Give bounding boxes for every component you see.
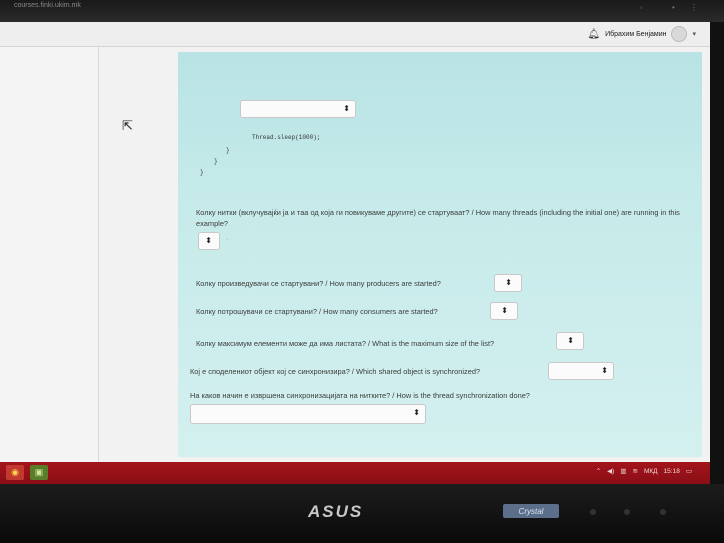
- monitor-power-button[interactable]: [660, 509, 666, 515]
- wifi-icon[interactable]: ≋: [633, 467, 638, 475]
- monitor-bezel-top: courses.finki.ukim.mk ◦ • ⋮: [0, 0, 724, 22]
- system-tray: ⌃ ◀) ▥ ≋ МКД 15:18 ▭: [596, 467, 692, 476]
- input-language[interactable]: МКД: [644, 468, 658, 475]
- browser-menu-icon[interactable]: ◦: [640, 3, 643, 12]
- user-menu[interactable]: 🔔︎ Ибрахим Бенјамин ▾: [587, 26, 696, 42]
- producers-select[interactable]: ⬍: [494, 274, 522, 292]
- select-arrows-icon: ⬍: [567, 336, 574, 345]
- quiz-question-panel: ⬍ Thread.sleep(1000); } } } Колку нитки …: [178, 52, 702, 457]
- monitor-button[interactable]: [590, 509, 596, 515]
- user-name[interactable]: Ибрахим Бенјамин: [605, 31, 666, 38]
- question-consumers: Колку потрошувачи се стартувани? / How m…: [196, 307, 438, 316]
- question-sync-method: На каков начин е извршена синхронизација…: [190, 391, 530, 400]
- max-list-size-select[interactable]: ⬍: [556, 332, 584, 350]
- monitor-badge: Crystal: [503, 504, 559, 518]
- code-blank-select[interactable]: ⬍: [240, 100, 356, 118]
- monitor-bezel-bottom: ASUS Crystal: [0, 484, 724, 543]
- avatar[interactable]: [671, 26, 688, 42]
- select-arrows-icon: ⬍: [343, 104, 350, 113]
- windows-taskbar: ◉ ▣ ⌃ ◀) ▥ ≋ МКД 15:18 ▭: [0, 462, 710, 484]
- sync-method-select[interactable]: ⬍: [190, 404, 426, 424]
- settings-icon[interactable]: ⋮: [690, 3, 698, 12]
- select-arrows-icon: ⬍: [413, 408, 420, 417]
- monitor-bezel-right: [710, 22, 724, 484]
- screen: 🔔︎ Ибрахим Бенјамин ▾ ⇱ ⬍ Thread.sleep(1…: [0, 22, 710, 462]
- shared-object-select[interactable]: ⬍: [548, 362, 614, 380]
- taskbar-app-button[interactable]: ▣: [30, 465, 48, 480]
- notification-bell-icon[interactable]: 🔔︎: [587, 29, 600, 40]
- select-arrows-icon: ⬍: [505, 278, 512, 287]
- question-max-list-size: Колку максимум елементи може да има лист…: [196, 339, 495, 348]
- clock-time[interactable]: 15:18: [664, 468, 680, 475]
- select-arrows-icon: ⬍: [501, 306, 508, 315]
- answer-marker: ·: [226, 236, 229, 243]
- select-arrows-icon: ⬍: [601, 366, 608, 375]
- consumers-select[interactable]: ⬍: [490, 302, 518, 320]
- app-header: 🔔︎ Ибрахим Бенјамин ▾: [0, 22, 710, 47]
- threads-count-select[interactable]: ⬍: [198, 232, 220, 250]
- monitor-brand-logo: ASUS: [308, 502, 364, 521]
- start-icon: ◉: [11, 467, 19, 477]
- question-threads-count: Колку нитки (вклучувајќи ја и таа од кој…: [196, 208, 680, 228]
- code-line-sleep: Thread.sleep(1000);: [252, 134, 321, 141]
- volume-icon[interactable]: ◀): [607, 467, 614, 475]
- extension-icon[interactable]: •: [672, 3, 675, 12]
- mouse-cursor-icon: ⇱: [122, 118, 133, 133]
- app-icon: ▣: [34, 467, 44, 477]
- code-brace: }: [200, 169, 204, 176]
- question-producers: Колку произведувачи се стартувани? / How…: [196, 279, 441, 288]
- tray-chevron-icon[interactable]: ⌃: [596, 467, 601, 475]
- code-brace: }: [214, 158, 218, 165]
- browser-url: courses.finki.ukim.mk: [14, 2, 81, 9]
- start-button[interactable]: ◉: [6, 465, 24, 480]
- left-sidebar: [0, 47, 99, 462]
- chevron-down-icon[interactable]: ▾: [692, 30, 696, 38]
- notifications-icon[interactable]: ▭: [686, 467, 692, 475]
- network-icon[interactable]: ▥: [620, 467, 626, 475]
- monitor-button[interactable]: [624, 509, 630, 515]
- question-shared-object: Кој е споделениот објект кој се синхрони…: [190, 367, 481, 376]
- code-brace: }: [226, 147, 230, 154]
- select-arrows-icon: ⬍: [205, 236, 212, 245]
